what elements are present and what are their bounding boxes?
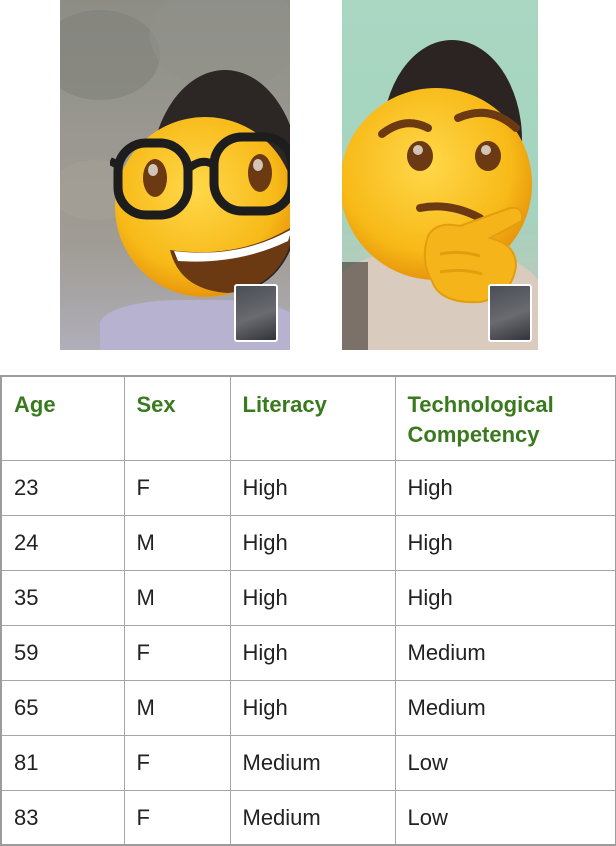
cell-age: 59 [0,624,125,681]
cell-sex: F [123,459,231,516]
table-row: 24 M High High [0,514,616,571]
cell-age: 65 [0,679,125,736]
table-row: 81 F Medium Low [0,734,616,791]
thinking-face-emoji-icon [342,88,532,304]
cell-literacy: High [229,514,396,571]
cell-literacy: High [229,459,396,516]
cell-technological-competency: Medium [394,624,616,681]
column-header-age: Age [0,375,125,461]
cell-sex: M [123,514,231,571]
cell-age: 24 [0,514,125,571]
column-header-technological-competency: Technological Competency [394,375,616,461]
cell-sex: F [123,624,231,681]
participant-photo-1 [60,0,290,350]
cell-age: 81 [0,734,125,791]
cell-technological-competency: Low [394,734,616,791]
table-row: 35 M High High [0,569,616,626]
cell-literacy: High [229,624,396,681]
cell-literacy: Medium [229,789,396,846]
cell-sex: F [123,789,231,846]
self-view-thumbnail [234,284,278,342]
cell-age: 35 [0,569,125,626]
cell-technological-competency: High [394,569,616,626]
cell-literacy: High [229,569,396,626]
table-row: 23 F High High [0,459,616,516]
participant-photo-2 [342,0,538,350]
column-header-literacy: Literacy [229,375,396,461]
cell-age: 23 [0,459,125,516]
cell-technological-competency: Low [394,789,616,846]
table-row: 83 F Medium Low [0,789,616,846]
cell-technological-competency: High [394,514,616,571]
participant-demographics-table: Age Sex Literacy Technological Competenc… [0,375,616,846]
cell-technological-competency: High [394,459,616,516]
nerd-face-emoji-icon [110,117,290,297]
table-header-row: Age Sex Literacy Technological Competenc… [0,375,616,461]
cell-literacy: High [229,679,396,736]
cell-age: 83 [0,789,125,846]
table-row: 65 M High Medium [0,679,616,736]
self-view-thumbnail [488,284,532,342]
cell-sex: M [123,679,231,736]
cell-sex: F [123,734,231,791]
cell-sex: M [123,569,231,626]
cell-technological-competency: Medium [394,679,616,736]
cell-literacy: Medium [229,734,396,791]
column-header-sex: Sex [123,375,231,461]
table-row: 59 F High Medium [0,624,616,681]
